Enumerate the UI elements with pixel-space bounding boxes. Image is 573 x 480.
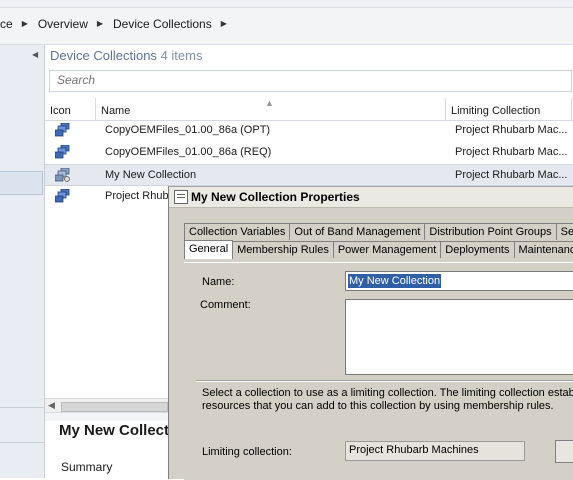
device-collection-icon	[55, 189, 71, 203]
item-count: 4 items	[161, 48, 203, 63]
group-divider	[196, 380, 573, 382]
comment-label: Comment:	[200, 299, 251, 311]
column-header-icon[interactable]: Icon	[45, 98, 96, 120]
tab-collection-variables[interactable]: Collection Variables	[184, 223, 290, 240]
row-name: My New Collection	[105, 169, 196, 181]
table-row-selected[interactable]: My New Collection Project Rhubarb Mac...	[45, 164, 573, 186]
breadcrumb: ce ▶ Overview ▶ Device Collections ▶	[0, 16, 237, 32]
navigation-pane: ◀	[0, 45, 45, 478]
dialog-title: My New Collection Properties	[191, 190, 360, 204]
grid-header: Icon Name ▲ Limiting Collection	[45, 98, 573, 121]
device-collection-new-icon	[55, 168, 71, 182]
tab-out-of-band-management[interactable]: Out of Band Management	[289, 223, 425, 240]
limiting-collection-value: Project Rhubarb Machines	[349, 444, 479, 456]
name-value: My New Collection	[348, 274, 441, 288]
row-limiting-collection: Project Rhubarb Mac...	[455, 169, 570, 181]
tab-maintenance[interactable]: Maintenanc	[514, 241, 573, 258]
scrollbar-thumb[interactable]	[61, 402, 168, 412]
breadcrumb-separator-icon[interactable]: ▶	[22, 16, 28, 32]
row-name: Project Rhub	[105, 190, 169, 202]
breadcrumb-item-workspace[interactable]: ce	[0, 16, 13, 32]
list-title-text: Device Collections	[50, 48, 157, 63]
table-row[interactable]: CopyOEMFiles_01.00_86a (OPT) Project Rhu…	[45, 120, 573, 142]
description-line-2: resources that you can add to this colle…	[202, 400, 573, 413]
top-toolbar-edge	[0, 0, 573, 8]
row-limiting-collection: Project Rhubarb Mac...	[455, 146, 570, 158]
details-title: My New Collect	[59, 422, 169, 439]
row-name: CopyOEMFiles_01.00_86a (OPT)	[105, 124, 270, 136]
tab-membership-rules[interactable]: Membership Rules	[232, 241, 334, 258]
browse-button[interactable]	[555, 440, 573, 463]
search-input[interactable]	[50, 71, 567, 89]
summary-label: Summary	[61, 460, 112, 474]
tab-distribution-point-groups[interactable]: Distribution Point Groups	[424, 223, 556, 240]
tab-power-management[interactable]: Power Management	[333, 241, 441, 258]
column-header-limiting-collection[interactable]: Limiting Collection	[446, 98, 572, 120]
horizontal-scrollbar[interactable]: ◀	[45, 398, 169, 413]
breadcrumb-bar: ce ▶ Overview ▶ Device Collections ▶	[0, 0, 573, 45]
tab-row-front: GeneralMembership RulesPower ManagementD…	[184, 241, 573, 258]
row-limiting-collection: Project Rhubarb Mac...	[455, 124, 570, 136]
nav-divider	[0, 442, 44, 443]
dialog-titlebar[interactable]: My New Collection Properties	[169, 187, 573, 208]
breadcrumb-item-overview[interactable]: Overview	[38, 16, 88, 32]
comment-field[interactable]	[345, 299, 573, 375]
table-row[interactable]: CopyOEMFiles_01.00_86a (REQ) Project Rhu…	[45, 142, 573, 164]
device-collection-icon	[55, 145, 71, 159]
device-collection-icon	[55, 123, 71, 137]
nav-divider	[0, 407, 44, 408]
breadcrumb-item-device-collections[interactable]: Device Collections	[113, 16, 212, 32]
name-label: Name:	[202, 276, 234, 288]
sort-ascending-icon: ▲	[265, 98, 274, 108]
name-field[interactable]: My New Collection	[345, 271, 573, 291]
row-name: CopyOEMFiles_01.00_86a (REQ)	[105, 146, 271, 158]
breadcrumb-separator-icon[interactable]: ▶	[221, 16, 227, 32]
limiting-collection-field: Project Rhubarb Machines	[345, 441, 525, 461]
tab-security[interactable]: Sec	[556, 223, 573, 240]
collapse-pane-icon[interactable]: ◀	[32, 50, 38, 59]
limiting-collection-label: Limiting collection:	[202, 446, 292, 458]
limiting-description: Select a collection to use as a limiting…	[202, 387, 573, 413]
scroll-left-icon[interactable]: ◀	[48, 400, 55, 411]
nav-item-selected[interactable]	[0, 171, 43, 195]
properties-dialog: My New Collection Properties Collection …	[168, 186, 573, 479]
search-box[interactable]	[49, 70, 572, 92]
tab-deployments[interactable]: Deployments	[440, 241, 514, 258]
tab-row-back: Collection VariablesOut of Band Manageme…	[184, 223, 573, 240]
description-line-1: Select a collection to use as a limiting…	[202, 387, 573, 400]
properties-window-icon	[174, 190, 188, 204]
breadcrumb-separator-icon[interactable]: ▶	[97, 16, 103, 32]
tab-general[interactable]: General	[184, 240, 233, 259]
list-title: Device Collections 4 items	[50, 48, 202, 63]
